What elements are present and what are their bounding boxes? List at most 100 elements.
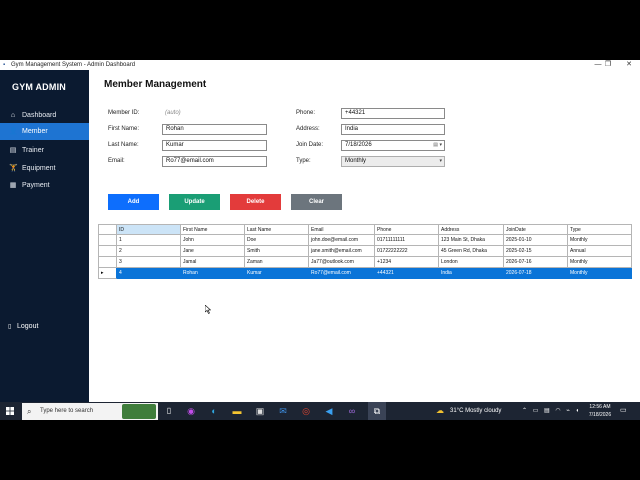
system-tray-icons[interactable]: ⌃ ▭ ▤ ◠ ⌁ ◖ (522, 402, 582, 420)
table-row[interactable]: 1 John Doe john.doe@email.com 01711111111 123… (98, 235, 632, 246)
row-header[interactable]: ▸ (98, 268, 117, 279)
table-cell[interactable]: 1 (117, 235, 181, 246)
maximize-button[interactable]: ❐ (601, 60, 615, 70)
clock[interactable]: 12:56 AM 7/18/2026 (584, 403, 616, 419)
sidebar-item-payment[interactable]: ▦ Payment (0, 177, 89, 194)
dumbbell-icon: 🏋 (9, 165, 18, 172)
table-cell[interactable]: 01722222222 (375, 246, 439, 257)
table-cell[interactable]: Doe (245, 235, 309, 246)
store-icon[interactable]: ▣ (253, 402, 267, 420)
sidebar-item-member[interactable]: 👤 Member (0, 123, 89, 140)
table-cell[interactable]: 01711111111 (375, 235, 439, 246)
column-header[interactable]: First Name (181, 224, 245, 235)
member-id-value: (auto) (165, 110, 181, 116)
table-cell[interactable]: 2025-01-10 (504, 235, 568, 246)
task-view-icon[interactable]: ▯ (162, 402, 176, 420)
table-cell[interactable]: 123 Main St, Dhaka (439, 235, 504, 246)
visual-studio-icon[interactable]: ∞ (345, 402, 359, 420)
title-bar: ▪ Gym Management System - Admin Dashboar… (0, 60, 640, 70)
table-cell[interactable]: 2026-07-18 (504, 268, 568, 279)
last-name-label: Last Name: (108, 142, 139, 148)
column-header[interactable]: ID (117, 224, 181, 235)
column-header[interactable]: Type (568, 224, 632, 235)
table-row[interactable]: ▸ 4 Rohan Kumar Ro77@email.com +44321 India 202… (98, 268, 632, 279)
table-cell[interactable]: 3 (117, 257, 181, 268)
table-row[interactable]: 3 Jamal Zaman Ja77@outlook.com +1234 London 20… (98, 257, 632, 268)
table-cell[interactable]: India (439, 268, 504, 279)
table-cell[interactable]: Jane (181, 246, 245, 257)
table-cell[interactable]: john.doe@email.com (309, 235, 375, 246)
table-cell[interactable]: +1234 (375, 257, 439, 268)
sidebar-item-dashboard[interactable]: ⌂ Dashboard (0, 107, 89, 124)
delete-button[interactable]: Delete (230, 194, 281, 210)
windows-start-icon[interactable] (2, 402, 18, 420)
payment-icon: ▦ (9, 182, 17, 189)
weather-text[interactable]: 31°C Mostly cloudy (450, 402, 520, 420)
column-header[interactable]: Last Name (245, 224, 309, 235)
table-cell[interactable]: London (439, 257, 504, 268)
table-cell[interactable]: John (181, 235, 245, 246)
table-cell[interactable]: 45 Green Rd, Dhaka (439, 246, 504, 257)
phone-field[interactable]: +44321 (341, 108, 445, 119)
sidebar-item-label: Equipment (22, 165, 56, 172)
type-select[interactable]: Monthly ▾ (341, 156, 445, 167)
search-placeholder: Type here to search (40, 408, 94, 414)
logout-button[interactable]: ▯ Logout (0, 320, 89, 334)
table-cell[interactable]: Zaman (245, 257, 309, 268)
row-header[interactable] (98, 235, 117, 246)
table-cell[interactable]: Rohan (181, 268, 245, 279)
row-header[interactable] (98, 246, 117, 257)
mail-icon[interactable]: ✉ (276, 402, 290, 420)
member-id-label: Member ID: (108, 110, 140, 116)
close-button[interactable]: ✕ (622, 60, 636, 70)
table-cell[interactable]: Kumar (245, 268, 309, 279)
table-cell[interactable]: +44321 (375, 268, 439, 279)
table-cell[interactable]: Monthly (568, 257, 632, 268)
home-icon: ⌂ (10, 112, 16, 119)
column-header[interactable]: Phone (375, 224, 439, 235)
address-field[interactable]: India (341, 124, 445, 135)
copilot-icon[interactable]: ◉ (184, 402, 198, 420)
chevron-down-icon: ▾ (439, 158, 442, 164)
phone-label: Phone: (296, 110, 316, 116)
table-cell[interactable]: 4 (117, 268, 181, 279)
column-header[interactable]: Email (309, 224, 375, 235)
table-cell[interactable]: Ja77@outlook.com (309, 257, 375, 268)
notification-icon[interactable]: ▭ (620, 402, 632, 420)
vscode-icon[interactable]: ◀ (322, 402, 336, 420)
sidebar-item-trainer[interactable]: ▤ Trainer (0, 142, 89, 159)
last-name-field[interactable]: Kumar (162, 140, 267, 151)
table-cell[interactable]: 2026-07-16 (504, 257, 568, 268)
table-cell[interactable]: Smith (245, 246, 309, 257)
table-cell[interactable]: 2025-02-15 (504, 246, 568, 257)
calendar-icon[interactable]: ▤ (433, 141, 438, 150)
table-cell[interactable]: jane.smith@email.com (309, 246, 375, 257)
table-cell[interactable]: Monthly (568, 235, 632, 246)
table-cell[interactable]: 2 (117, 246, 181, 257)
active-app-icon[interactable]: ⧉ (368, 402, 386, 420)
table-cell[interactable]: Monthly (568, 268, 632, 279)
file-explorer-icon[interactable]: ▬ (230, 402, 244, 420)
table-cell[interactable]: Ro77@email.com (309, 268, 375, 279)
clear-button[interactable]: Clear (291, 194, 342, 210)
taskbar-search-input[interactable]: ⌕ Type here to search (22, 403, 158, 420)
join-date-picker[interactable]: 7/18/2026 ▤ ▾ (341, 140, 445, 151)
first-name-field[interactable]: Rohan (162, 124, 267, 135)
column-header[interactable]: JoinDate (504, 224, 568, 235)
chevron-down-icon[interactable]: ▾ (439, 141, 442, 150)
update-button[interactable]: Update (169, 194, 220, 210)
email-field[interactable]: Ro77@email.com (162, 156, 267, 167)
column-header[interactable]: Address (439, 224, 504, 235)
table-row[interactable]: 2 Jane Smith jane.smith@email.com 0172222222… (98, 246, 632, 257)
chrome-icon[interactable]: ◎ (299, 402, 313, 420)
table-cell[interactable]: Jamal (181, 257, 245, 268)
table-cell[interactable]: Annual (568, 246, 632, 257)
sidebar-item-label: Dashboard (22, 112, 57, 119)
sidebar-item-equipment[interactable]: 🏋 Equipment (0, 160, 89, 177)
sidebar-item-label: Trainer (22, 147, 44, 154)
app-icon: ▪ (3, 62, 6, 68)
edge-icon[interactable]: ◐ (207, 402, 221, 420)
add-button[interactable]: Add (108, 194, 159, 210)
weather-icon: ☁ (436, 406, 444, 415)
row-header[interactable] (98, 257, 117, 268)
